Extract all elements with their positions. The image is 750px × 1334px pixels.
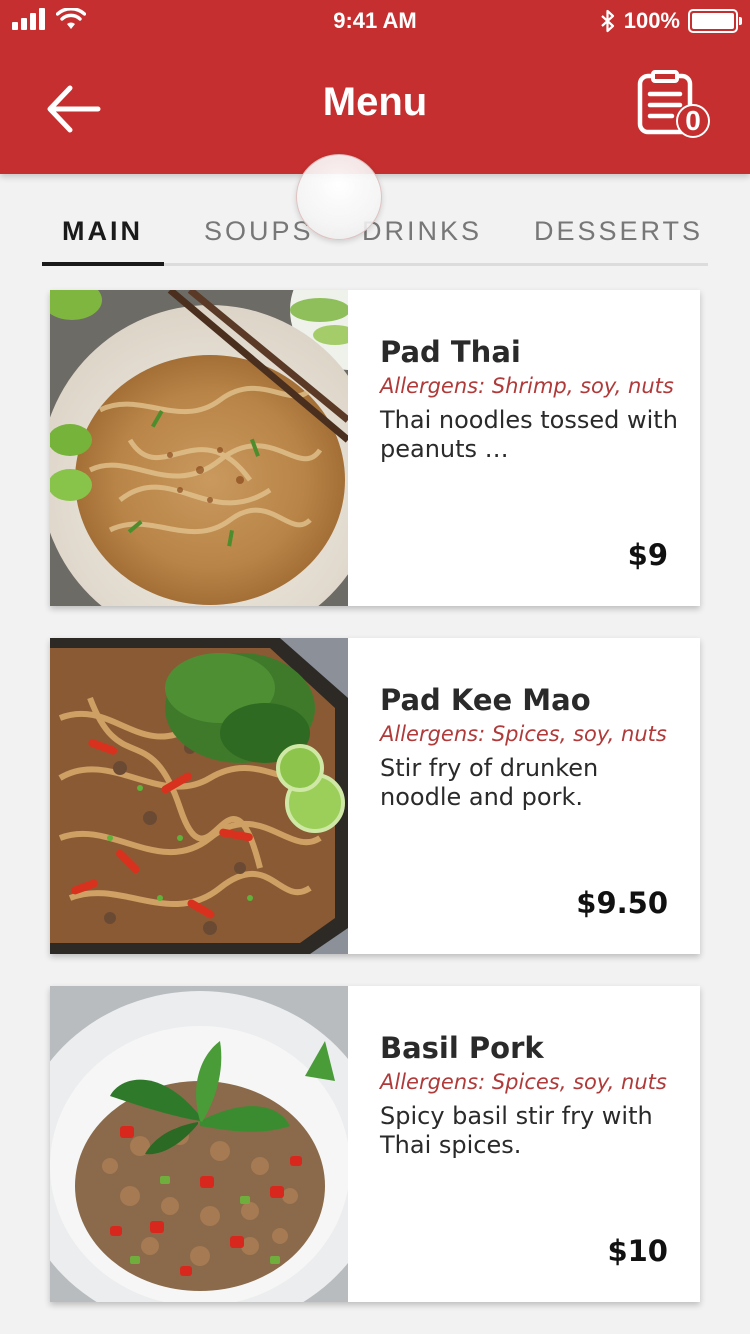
bluetooth-icon (600, 9, 614, 33)
battery-icon (688, 9, 742, 33)
menu-item-info: Basil Pork Allergens: Spices, soy, nuts … (380, 1030, 680, 1160)
menu-item-name: Basil Pork (380, 1031, 544, 1065)
menu-item-description: Thai noodles tossed with peanuts … (380, 406, 678, 463)
menu-item-name: Pad Thai (380, 335, 521, 369)
menu-item-info: Pad Kee Mao Allergens: Spices, soy, nuts… (380, 682, 680, 812)
menu-item-description: Spicy basil stir fry with Thai spices. (380, 1102, 653, 1159)
basil-pork-photo (50, 986, 348, 1302)
menu-item-price: $9.50 (576, 886, 668, 920)
menu-item-allergens: Allergens: Spices, soy, nuts (380, 1070, 667, 1094)
status-right: 100% (600, 8, 742, 34)
menu-item-card[interactable]: Pad Kee Mao Allergens: Spices, soy, nuts… (50, 638, 700, 954)
menu-item-card[interactable]: Pad Thai Allergens: Shrimp, soy, nuts Th… (50, 290, 700, 606)
battery-fill (692, 13, 734, 29)
status-time: 9:41 AM (333, 8, 417, 33)
signal-icon (12, 8, 45, 30)
battery-percent: 100% (623, 8, 680, 33)
menu-item-price: $9 (627, 538, 668, 572)
app-header: 9:41 AM 100% Menu 0 (0, 0, 750, 174)
menu-item-description: Stir fry of drunken noodle and pork. (380, 754, 599, 811)
menu-item-card[interactable]: Basil Pork Allergens: Spices, soy, nuts … (50, 986, 700, 1302)
pad-kee-mao-photo (50, 638, 348, 954)
tab-soups[interactable]: SOUPS (204, 216, 314, 247)
order-count-badge: 0 (676, 104, 710, 138)
tab-drinks[interactable]: DRINKS (362, 216, 482, 247)
status-left (12, 8, 86, 30)
menu-item-price: $10 (607, 1234, 668, 1268)
back-arrow-icon (47, 85, 101, 133)
menu-item-allergens: Allergens: Spices, soy, nuts (380, 722, 667, 746)
menu-item-name: Pad Kee Mao (380, 683, 591, 717)
tab-desserts[interactable]: DESSERTS (534, 216, 703, 247)
menu-item-allergens: Allergens: Shrimp, soy, nuts (380, 374, 674, 398)
tab-main[interactable]: MAIN (62, 216, 143, 247)
active-tab-indicator (42, 262, 164, 266)
page-title: Menu (322, 80, 428, 124)
wifi-icon (56, 8, 86, 29)
status-bar: 9:41 AM 100% (0, 0, 750, 42)
menu-item-info: Pad Thai Allergens: Shrimp, soy, nuts Th… (380, 334, 680, 464)
pad-thai-photo (50, 290, 348, 606)
back-button[interactable] (40, 82, 106, 136)
touch-indicator (296, 154, 382, 240)
